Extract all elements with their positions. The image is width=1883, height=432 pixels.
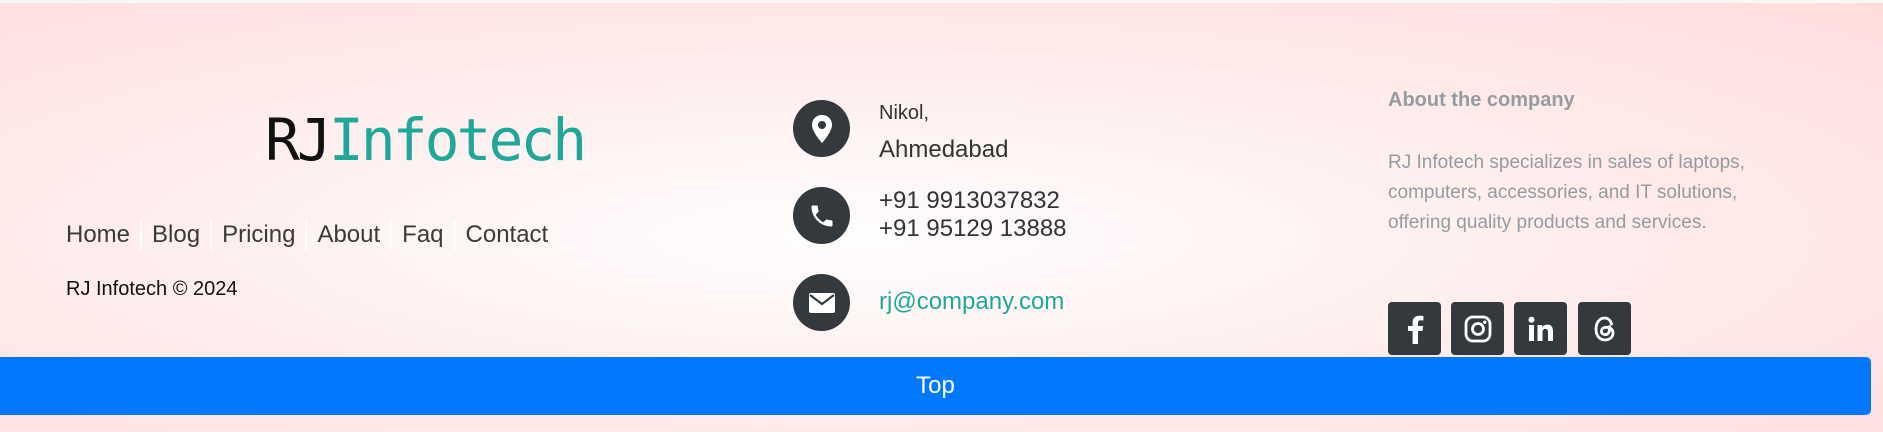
back-to-top-button[interactable]: Top (0, 357, 1871, 415)
location-pin-icon (793, 100, 850, 157)
phone-number-2[interactable]: +91 95129 13888 (879, 215, 1067, 243)
about-title: About the company (1388, 89, 1575, 111)
logo-part-infotech: Infotech (328, 106, 587, 174)
address-line-2: Ahmedabad (879, 136, 1009, 163)
brand-logo[interactable]: RJInfotech (265, 105, 587, 175)
linkedin-icon[interactable] (1514, 302, 1567, 355)
about-description: RJ Infotech specializes in sales of lapt… (1388, 152, 1745, 233)
phone-icon (793, 187, 850, 244)
facebook-icon[interactable] (1388, 302, 1441, 355)
copyright-text: RJ Infotech © 2024 (66, 278, 238, 300)
address-line-1: Nikol, (879, 102, 930, 124)
logo-part-rj: RJ (265, 106, 332, 174)
envelope-icon (793, 274, 850, 331)
nav-link-home[interactable]: Home (66, 220, 143, 250)
nav-link-faq[interactable]: Faq (392, 220, 456, 250)
email-link[interactable]: rj@company.com (879, 288, 1064, 316)
phone-number-1[interactable]: +91 9913037832 (879, 187, 1060, 215)
nav-link-blog[interactable]: Blog (142, 220, 213, 250)
instagram-icon[interactable] (1451, 302, 1504, 355)
nav-link-about[interactable]: About (307, 220, 393, 250)
threads-icon[interactable] (1578, 302, 1631, 355)
nav-link-pricing[interactable]: Pricing (212, 220, 308, 250)
footer-nav: Home Blog Pricing About Faq Contact (66, 220, 558, 250)
nav-link-contact[interactable]: Contact (456, 220, 559, 250)
top-strip (0, 0, 1883, 3)
